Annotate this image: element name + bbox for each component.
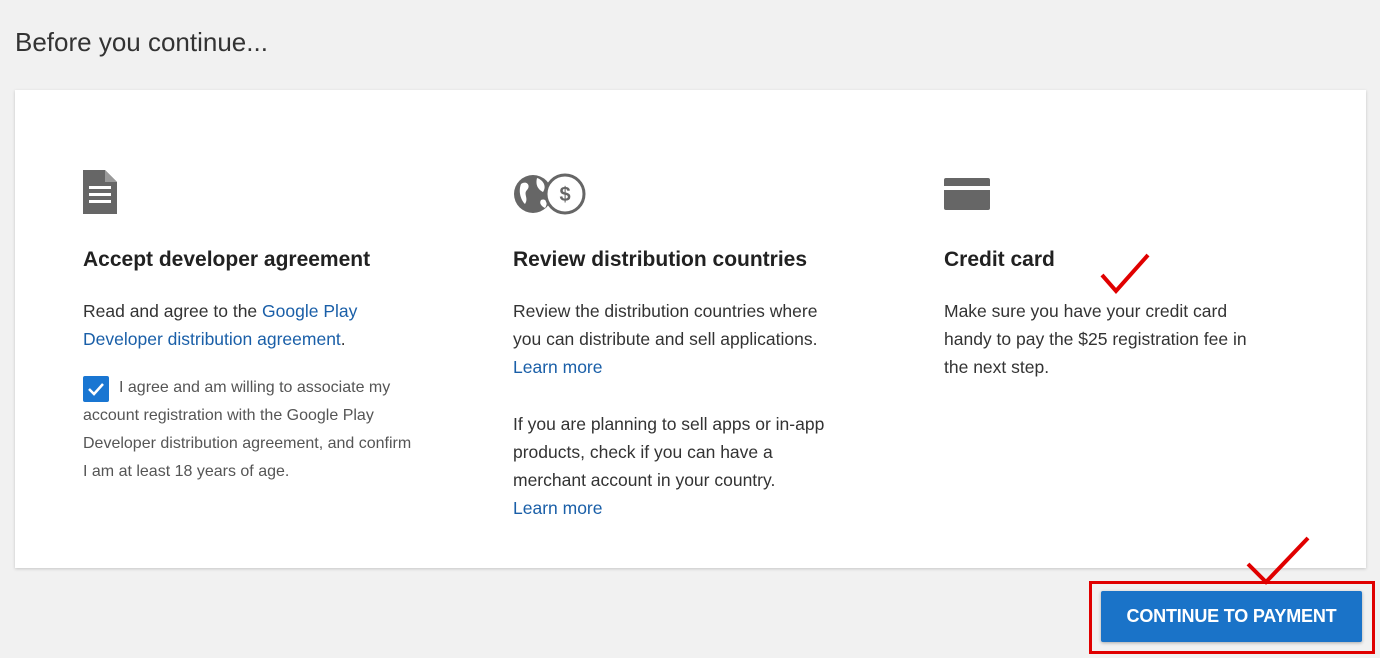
agreement-heading: Accept developer agreement bbox=[83, 248, 371, 271]
checkmark-icon bbox=[88, 383, 104, 396]
credit-card-description: Make sure you have your credit card hand… bbox=[944, 301, 1247, 377]
agreement-checkbox-row: I agree and am willing to associate my a… bbox=[83, 374, 413, 486]
merchant-description: If you are planning to sell apps or in-a… bbox=[513, 414, 825, 518]
learn-more-link-merchant[interactable]: Learn more bbox=[513, 498, 603, 518]
svg-text:$: $ bbox=[559, 184, 570, 206]
globe-dollar-icon: $ bbox=[513, 170, 587, 221]
page-title: Before you continue... bbox=[15, 27, 268, 57]
agreement-checkbox-label[interactable]: I agree and am willing to associate my a… bbox=[83, 374, 413, 486]
requirements-card: Accept developer agreement Read and agre… bbox=[15, 90, 1366, 568]
document-icon bbox=[83, 170, 117, 219]
countries-heading: Review distribution countries bbox=[513, 248, 808, 271]
learn-more-link-countries[interactable]: Learn more bbox=[513, 357, 603, 377]
credit-card-heading: Credit card bbox=[944, 248, 1055, 271]
countries-description: Review the distribution countries where … bbox=[513, 301, 818, 377]
agreement-description: Read and agree to the Google Play Develo… bbox=[83, 301, 358, 349]
credit-card-icon bbox=[944, 178, 990, 215]
continue-to-payment-button[interactable]: CONTINUE TO PAYMENT bbox=[1101, 591, 1362, 642]
agreement-checkbox[interactable] bbox=[83, 376, 109, 402]
